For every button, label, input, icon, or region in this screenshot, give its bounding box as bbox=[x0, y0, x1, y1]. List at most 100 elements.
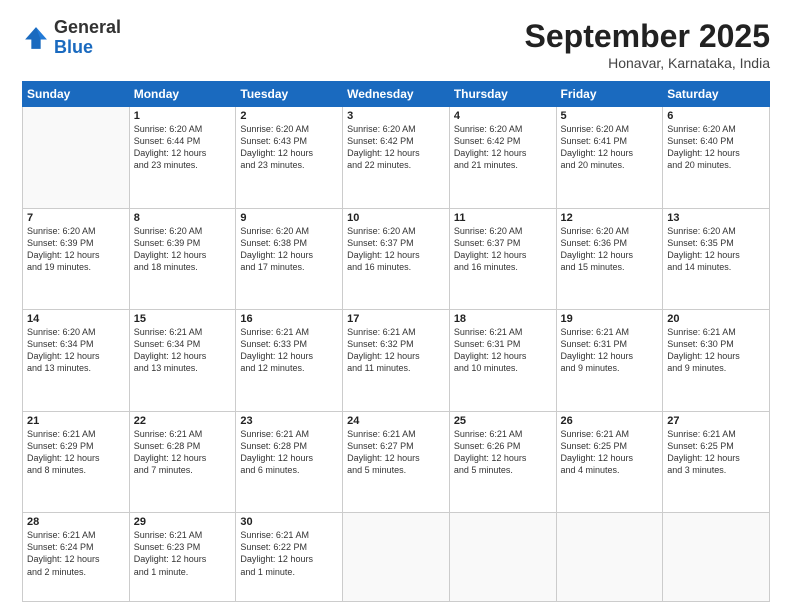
calendar-cell bbox=[556, 513, 663, 602]
day-info: Sunrise: 6:21 AM Sunset: 6:22 PM Dayligh… bbox=[240, 529, 338, 578]
day-info: Sunrise: 6:21 AM Sunset: 6:34 PM Dayligh… bbox=[134, 326, 232, 375]
logo-general: General bbox=[54, 17, 121, 37]
calendar-cell: 8Sunrise: 6:20 AM Sunset: 6:39 PM Daylig… bbox=[129, 208, 236, 310]
calendar-cell: 19Sunrise: 6:21 AM Sunset: 6:31 PM Dayli… bbox=[556, 310, 663, 412]
col-saturday: Saturday bbox=[663, 82, 770, 107]
calendar-table: Sunday Monday Tuesday Wednesday Thursday… bbox=[22, 81, 770, 602]
calendar-week-row: 21Sunrise: 6:21 AM Sunset: 6:29 PM Dayli… bbox=[23, 411, 770, 513]
title-block: September 2025 Honavar, Karnataka, India bbox=[525, 18, 770, 71]
day-number: 19 bbox=[561, 313, 659, 325]
day-info: Sunrise: 6:20 AM Sunset: 6:42 PM Dayligh… bbox=[347, 123, 445, 172]
day-number: 4 bbox=[454, 110, 552, 122]
col-friday: Friday bbox=[556, 82, 663, 107]
day-info: Sunrise: 6:20 AM Sunset: 6:39 PM Dayligh… bbox=[27, 225, 125, 274]
calendar-cell: 25Sunrise: 6:21 AM Sunset: 6:26 PM Dayli… bbox=[449, 411, 556, 513]
calendar-cell: 16Sunrise: 6:21 AM Sunset: 6:33 PM Dayli… bbox=[236, 310, 343, 412]
col-monday: Monday bbox=[129, 82, 236, 107]
day-info: Sunrise: 6:21 AM Sunset: 6:24 PM Dayligh… bbox=[27, 529, 125, 578]
col-wednesday: Wednesday bbox=[343, 82, 450, 107]
logo-blue: Blue bbox=[54, 37, 93, 57]
calendar-cell bbox=[23, 107, 130, 209]
day-number: 27 bbox=[667, 415, 765, 427]
calendar-week-row: 14Sunrise: 6:20 AM Sunset: 6:34 PM Dayli… bbox=[23, 310, 770, 412]
calendar-cell: 18Sunrise: 6:21 AM Sunset: 6:31 PM Dayli… bbox=[449, 310, 556, 412]
day-info: Sunrise: 6:21 AM Sunset: 6:23 PM Dayligh… bbox=[134, 529, 232, 578]
calendar-cell bbox=[663, 513, 770, 602]
calendar-cell: 13Sunrise: 6:20 AM Sunset: 6:35 PM Dayli… bbox=[663, 208, 770, 310]
logo-text: General Blue bbox=[54, 18, 121, 58]
day-number: 23 bbox=[240, 415, 338, 427]
calendar-cell: 4Sunrise: 6:20 AM Sunset: 6:42 PM Daylig… bbox=[449, 107, 556, 209]
day-info: Sunrise: 6:21 AM Sunset: 6:33 PM Dayligh… bbox=[240, 326, 338, 375]
day-info: Sunrise: 6:20 AM Sunset: 6:37 PM Dayligh… bbox=[347, 225, 445, 274]
calendar-cell: 6Sunrise: 6:20 AM Sunset: 6:40 PM Daylig… bbox=[663, 107, 770, 209]
day-number: 10 bbox=[347, 212, 445, 224]
day-info: Sunrise: 6:21 AM Sunset: 6:27 PM Dayligh… bbox=[347, 428, 445, 477]
logo: General Blue bbox=[22, 18, 121, 58]
day-number: 18 bbox=[454, 313, 552, 325]
day-number: 6 bbox=[667, 110, 765, 122]
day-number: 9 bbox=[240, 212, 338, 224]
calendar-cell: 10Sunrise: 6:20 AM Sunset: 6:37 PM Dayli… bbox=[343, 208, 450, 310]
calendar-header-row: Sunday Monday Tuesday Wednesday Thursday… bbox=[23, 82, 770, 107]
calendar-cell: 22Sunrise: 6:21 AM Sunset: 6:28 PM Dayli… bbox=[129, 411, 236, 513]
day-number: 15 bbox=[134, 313, 232, 325]
calendar-cell: 30Sunrise: 6:21 AM Sunset: 6:22 PM Dayli… bbox=[236, 513, 343, 602]
page: General Blue September 2025 Honavar, Kar… bbox=[0, 0, 792, 612]
calendar-cell bbox=[343, 513, 450, 602]
calendar-body: 1Sunrise: 6:20 AM Sunset: 6:44 PM Daylig… bbox=[23, 107, 770, 602]
day-number: 13 bbox=[667, 212, 765, 224]
calendar-cell: 28Sunrise: 6:21 AM Sunset: 6:24 PM Dayli… bbox=[23, 513, 130, 602]
day-info: Sunrise: 6:20 AM Sunset: 6:38 PM Dayligh… bbox=[240, 225, 338, 274]
calendar-cell: 20Sunrise: 6:21 AM Sunset: 6:30 PM Dayli… bbox=[663, 310, 770, 412]
calendar-cell: 15Sunrise: 6:21 AM Sunset: 6:34 PM Dayli… bbox=[129, 310, 236, 412]
calendar-week-row: 28Sunrise: 6:21 AM Sunset: 6:24 PM Dayli… bbox=[23, 513, 770, 602]
day-info: Sunrise: 6:21 AM Sunset: 6:25 PM Dayligh… bbox=[667, 428, 765, 477]
calendar-cell: 26Sunrise: 6:21 AM Sunset: 6:25 PM Dayli… bbox=[556, 411, 663, 513]
calendar-cell: 11Sunrise: 6:20 AM Sunset: 6:37 PM Dayli… bbox=[449, 208, 556, 310]
col-tuesday: Tuesday bbox=[236, 82, 343, 107]
calendar-cell: 27Sunrise: 6:21 AM Sunset: 6:25 PM Dayli… bbox=[663, 411, 770, 513]
calendar-cell: 7Sunrise: 6:20 AM Sunset: 6:39 PM Daylig… bbox=[23, 208, 130, 310]
day-number: 7 bbox=[27, 212, 125, 224]
calendar-cell: 12Sunrise: 6:20 AM Sunset: 6:36 PM Dayli… bbox=[556, 208, 663, 310]
day-number: 11 bbox=[454, 212, 552, 224]
day-number: 22 bbox=[134, 415, 232, 427]
calendar-cell: 29Sunrise: 6:21 AM Sunset: 6:23 PM Dayli… bbox=[129, 513, 236, 602]
day-number: 25 bbox=[454, 415, 552, 427]
day-info: Sunrise: 6:21 AM Sunset: 6:30 PM Dayligh… bbox=[667, 326, 765, 375]
day-info: Sunrise: 6:21 AM Sunset: 6:28 PM Dayligh… bbox=[134, 428, 232, 477]
day-info: Sunrise: 6:20 AM Sunset: 6:40 PM Dayligh… bbox=[667, 123, 765, 172]
day-info: Sunrise: 6:21 AM Sunset: 6:25 PM Dayligh… bbox=[561, 428, 659, 477]
calendar-cell bbox=[449, 513, 556, 602]
col-sunday: Sunday bbox=[23, 82, 130, 107]
day-number: 21 bbox=[27, 415, 125, 427]
header: General Blue September 2025 Honavar, Kar… bbox=[22, 18, 770, 71]
day-info: Sunrise: 6:21 AM Sunset: 6:32 PM Dayligh… bbox=[347, 326, 445, 375]
col-thursday: Thursday bbox=[449, 82, 556, 107]
day-number: 3 bbox=[347, 110, 445, 122]
calendar-cell: 3Sunrise: 6:20 AM Sunset: 6:42 PM Daylig… bbox=[343, 107, 450, 209]
month-year-title: September 2025 bbox=[525, 18, 770, 55]
calendar-cell: 1Sunrise: 6:20 AM Sunset: 6:44 PM Daylig… bbox=[129, 107, 236, 209]
day-number: 28 bbox=[27, 516, 125, 528]
day-number: 24 bbox=[347, 415, 445, 427]
day-number: 26 bbox=[561, 415, 659, 427]
day-info: Sunrise: 6:20 AM Sunset: 6:44 PM Dayligh… bbox=[134, 123, 232, 172]
day-number: 5 bbox=[561, 110, 659, 122]
day-number: 1 bbox=[134, 110, 232, 122]
day-info: Sunrise: 6:20 AM Sunset: 6:39 PM Dayligh… bbox=[134, 225, 232, 274]
day-number: 30 bbox=[240, 516, 338, 528]
calendar-cell: 24Sunrise: 6:21 AM Sunset: 6:27 PM Dayli… bbox=[343, 411, 450, 513]
day-info: Sunrise: 6:20 AM Sunset: 6:37 PM Dayligh… bbox=[454, 225, 552, 274]
calendar-cell: 5Sunrise: 6:20 AM Sunset: 6:41 PM Daylig… bbox=[556, 107, 663, 209]
day-info: Sunrise: 6:21 AM Sunset: 6:28 PM Dayligh… bbox=[240, 428, 338, 477]
day-number: 14 bbox=[27, 313, 125, 325]
day-number: 16 bbox=[240, 313, 338, 325]
calendar-cell: 9Sunrise: 6:20 AM Sunset: 6:38 PM Daylig… bbox=[236, 208, 343, 310]
calendar-cell: 17Sunrise: 6:21 AM Sunset: 6:32 PM Dayli… bbox=[343, 310, 450, 412]
day-info: Sunrise: 6:20 AM Sunset: 6:43 PM Dayligh… bbox=[240, 123, 338, 172]
day-info: Sunrise: 6:20 AM Sunset: 6:41 PM Dayligh… bbox=[561, 123, 659, 172]
day-info: Sunrise: 6:20 AM Sunset: 6:36 PM Dayligh… bbox=[561, 225, 659, 274]
day-info: Sunrise: 6:21 AM Sunset: 6:29 PM Dayligh… bbox=[27, 428, 125, 477]
